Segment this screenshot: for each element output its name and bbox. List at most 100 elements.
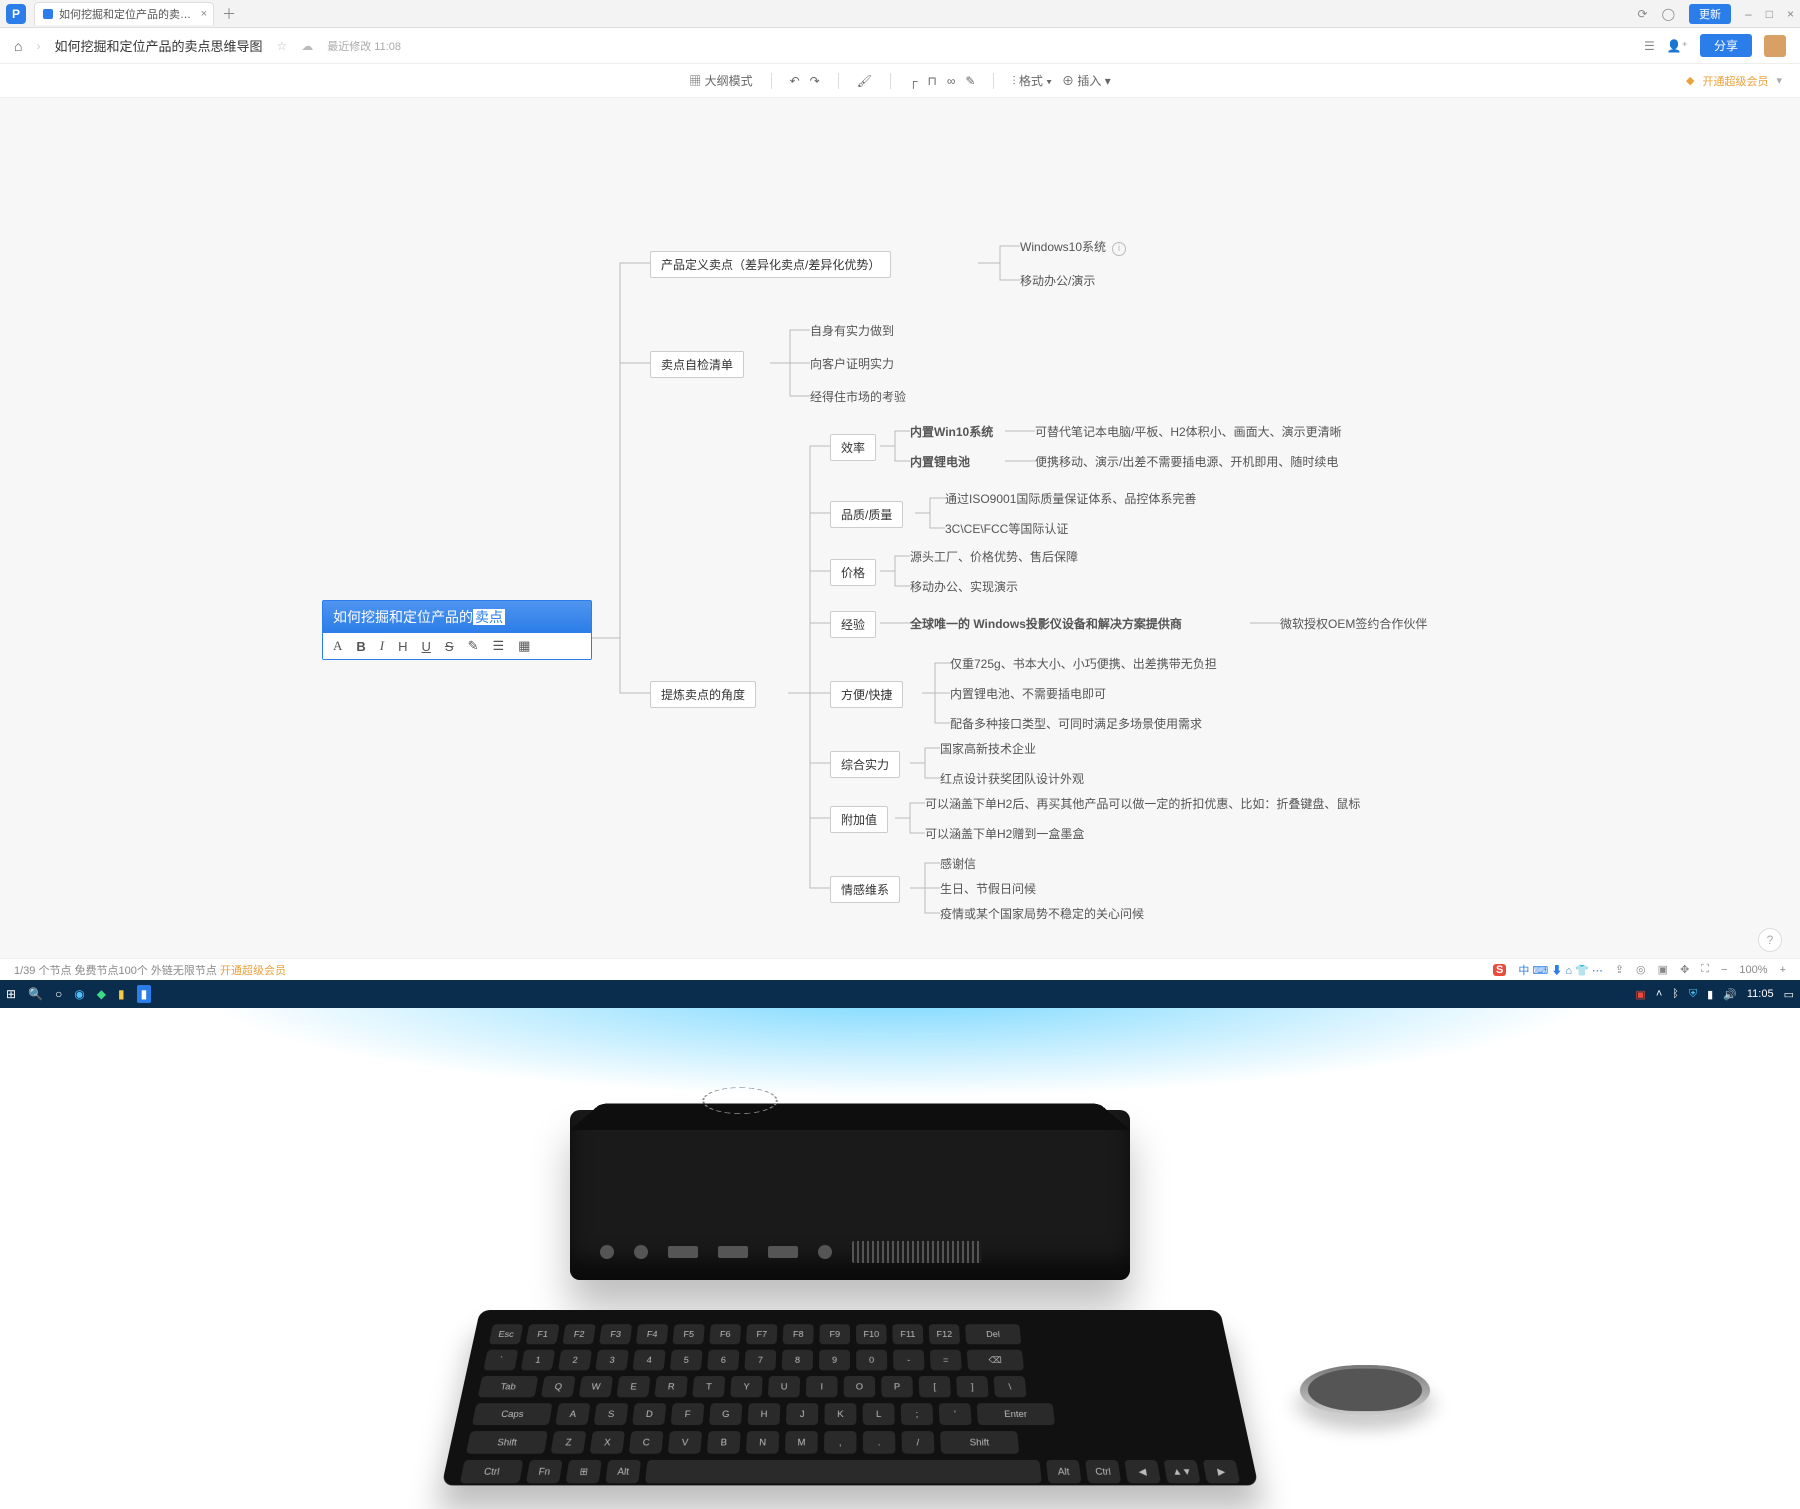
leaf[interactable]: 自身有实力做到: [810, 322, 894, 339]
font-style-button[interactable]: A: [333, 638, 342, 654]
leaf[interactable]: 国家高新技术企业: [940, 740, 1036, 757]
clock[interactable]: 11:05: [1747, 988, 1774, 1000]
insert-dropdown[interactable]: ⊕ 插入 ▾: [1062, 72, 1111, 89]
format-dropdown[interactable]: ⫶ 格式 ▾: [1012, 72, 1052, 89]
explorer-icon[interactable]: ▮: [118, 987, 125, 1001]
leaf[interactable]: 向客户证明实力: [810, 355, 894, 372]
node-emotion[interactable]: 情感维系: [830, 876, 900, 903]
leaf[interactable]: 源头工厂、价格优势、售后保障: [910, 548, 1078, 565]
node-angles[interactable]: 提炼卖点的角度: [650, 681, 756, 708]
underline-button[interactable]: U: [422, 639, 431, 654]
leaf[interactable]: 全球唯一的 Windows投影仪设备和解决方案提供商: [910, 615, 1182, 632]
leaf[interactable]: 感谢信: [940, 855, 976, 872]
fit-icon[interactable]: ⛶: [1701, 963, 1709, 976]
grid-button[interactable]: ▦: [518, 638, 530, 654]
leaf[interactable]: 红点设计获奖团队设计外观: [940, 770, 1084, 787]
upgrade-link[interactable]: 开通超级会员: [1702, 73, 1768, 89]
bold-button[interactable]: B: [356, 639, 365, 654]
edit-icon[interactable]: ✎: [965, 74, 975, 88]
strike-button[interactable]: S: [445, 639, 454, 654]
leaf[interactable]: 可以涵盖下单H2后、再买其他产品可以做一定的折扣优惠、比如：折叠键盘、鼠标: [925, 795, 1360, 812]
share-button[interactable]: 分享: [1700, 34, 1752, 57]
root-node-text[interactable]: 如何挖掘和定位产品的卖点: [323, 601, 591, 633]
chevron-down-icon[interactable]: ▾: [1776, 74, 1782, 87]
leaf[interactable]: Windows10系统i: [1020, 238, 1126, 256]
star-icon[interactable]: ☆: [276, 39, 287, 53]
node-convenience[interactable]: 方便/快捷: [830, 681, 903, 708]
search-icon[interactable]: 🔍: [28, 987, 43, 1001]
leaf[interactable]: 可以涵盖下单H2赠到一盒墨盒: [925, 825, 1084, 842]
cloud-icon[interactable]: ☁: [301, 39, 313, 53]
zoom-in[interactable]: +: [1780, 964, 1786, 976]
sync-icon[interactable]: ◯: [1662, 7, 1675, 21]
move-icon[interactable]: ✥: [1680, 963, 1689, 976]
mindmap-canvas[interactable]: 如何挖掘和定位产品的卖点 A B I H U S ✎ ☰ ▦ 产品定义卖点（差异…: [0, 98, 1800, 958]
start-icon[interactable]: ⊞: [6, 987, 16, 1001]
summary-icon[interactable]: ⊓: [927, 74, 936, 88]
leaf-detail[interactable]: 可替代笔记本电脑/平板、H2体积小、画面大、演示更清晰: [1035, 423, 1342, 440]
format-paint-icon[interactable]: 🖌: [857, 74, 872, 88]
leaf[interactable]: 配备多种接口类型、可同时满足多场景使用需求: [950, 715, 1202, 732]
undo-icon[interactable]: ↶: [790, 74, 800, 88]
list-button[interactable]: ☰: [492, 638, 504, 654]
connector-icon[interactable]: ┌: [909, 74, 918, 88]
window-close[interactable]: ×: [1787, 7, 1794, 21]
menu-icon[interactable]: ☰: [1644, 39, 1655, 53]
window-maximize[interactable]: □: [1766, 7, 1773, 21]
wechat-icon[interactable]: ◆: [97, 987, 106, 1001]
italic-button[interactable]: I: [380, 638, 384, 654]
new-tab-button[interactable]: ＋: [222, 4, 236, 24]
leaf[interactable]: 移动办公/演示: [1020, 272, 1095, 289]
heading-button[interactable]: H: [398, 639, 407, 654]
chevron-up-icon[interactable]: ˄: [1656, 988, 1662, 1000]
redo-icon[interactable]: ↷: [810, 74, 820, 88]
add-user-icon[interactable]: 👤⁺: [1667, 39, 1688, 53]
link-icon[interactable]: ∞: [947, 74, 956, 88]
avatar[interactable]: [1764, 35, 1786, 57]
node-define-selling-point[interactable]: 产品定义卖点（差异化卖点/差异化优势）: [650, 251, 891, 278]
window-minimize[interactable]: –: [1745, 7, 1752, 21]
close-tab-icon[interactable]: ×: [201, 8, 207, 20]
help-fab[interactable]: ?: [1758, 928, 1782, 952]
home-icon[interactable]: ⌂: [14, 38, 22, 54]
ime-badge[interactable]: S: [1493, 964, 1506, 976]
leaf[interactable]: 内置锂电池: [910, 453, 970, 470]
leaf[interactable]: 通过ISO9001国际质量保证体系、品控体系完善: [945, 490, 1196, 507]
leaf[interactable]: 移动办公、实现演示: [910, 578, 1018, 595]
root-node-editor[interactable]: 如何挖掘和定位产品的卖点 A B I H U S ✎ ☰ ▦: [322, 600, 592, 660]
leaf[interactable]: 生日、节假日问候: [940, 880, 1036, 897]
notification-icon[interactable]: ▭: [1784, 988, 1794, 1001]
node-strength[interactable]: 综合实力: [830, 751, 900, 778]
shield-icon[interactable]: ⛨: [1689, 988, 1697, 1001]
app-task-icon[interactable]: ▮: [137, 985, 152, 1003]
cortana-icon[interactable]: ○: [55, 987, 62, 1001]
node-price[interactable]: 价格: [830, 559, 876, 586]
leaf[interactable]: 仅重725g、书本大小、小巧便携、出差携带无负担: [950, 655, 1217, 672]
leaf-detail[interactable]: 微软授权OEM签约合作伙伴: [1280, 615, 1427, 632]
leaf[interactable]: 经得住市场的考验: [810, 388, 906, 405]
bluetooth-icon[interactable]: ᛒ: [1672, 988, 1679, 1000]
edit-pencil-icon[interactable]: ✎: [468, 638, 479, 654]
tray-icon[interactable]: ▣: [1635, 988, 1645, 1001]
leaf-detail[interactable]: 便携移动、演示/出差不需要插电源、开机即用、随时续电: [1035, 453, 1338, 470]
node-checklist[interactable]: 卖点自检清单: [650, 351, 744, 378]
layer-icon[interactable]: ▣: [1658, 963, 1668, 976]
outline-mode-button[interactable]: ▦ 大纲模式: [689, 72, 752, 89]
upgrade-link-bottom[interactable]: 开通超级会员: [220, 965, 286, 977]
update-button[interactable]: 更新: [1689, 4, 1731, 24]
refresh-icon[interactable]: ⟳: [1638, 7, 1648, 21]
target-icon[interactable]: ◎: [1636, 963, 1646, 976]
leaf[interactable]: 内置锂电池、不需要插电即可: [950, 685, 1106, 702]
browser-tab[interactable]: 如何挖掘和定位产品的卖… ×: [34, 2, 214, 25]
node-efficiency[interactable]: 效率: [830, 434, 876, 461]
node-experience[interactable]: 经验: [830, 611, 876, 638]
node-quality[interactable]: 品质/质量: [830, 501, 903, 528]
info-icon[interactable]: i: [1112, 242, 1126, 256]
leaf[interactable]: 3C\CE\FCC等国际认证: [945, 520, 1068, 537]
zoom-out[interactable]: −: [1721, 964, 1727, 976]
leaf[interactable]: 疫情或某个国家局势不稳定的关心问候: [940, 905, 1144, 922]
edge-icon[interactable]: ◉: [74, 987, 84, 1001]
battery-icon[interactable]: ▮: [1707, 988, 1713, 1001]
node-added-value[interactable]: 附加值: [830, 806, 888, 833]
volume-icon[interactable]: 🔊: [1723, 988, 1737, 1001]
